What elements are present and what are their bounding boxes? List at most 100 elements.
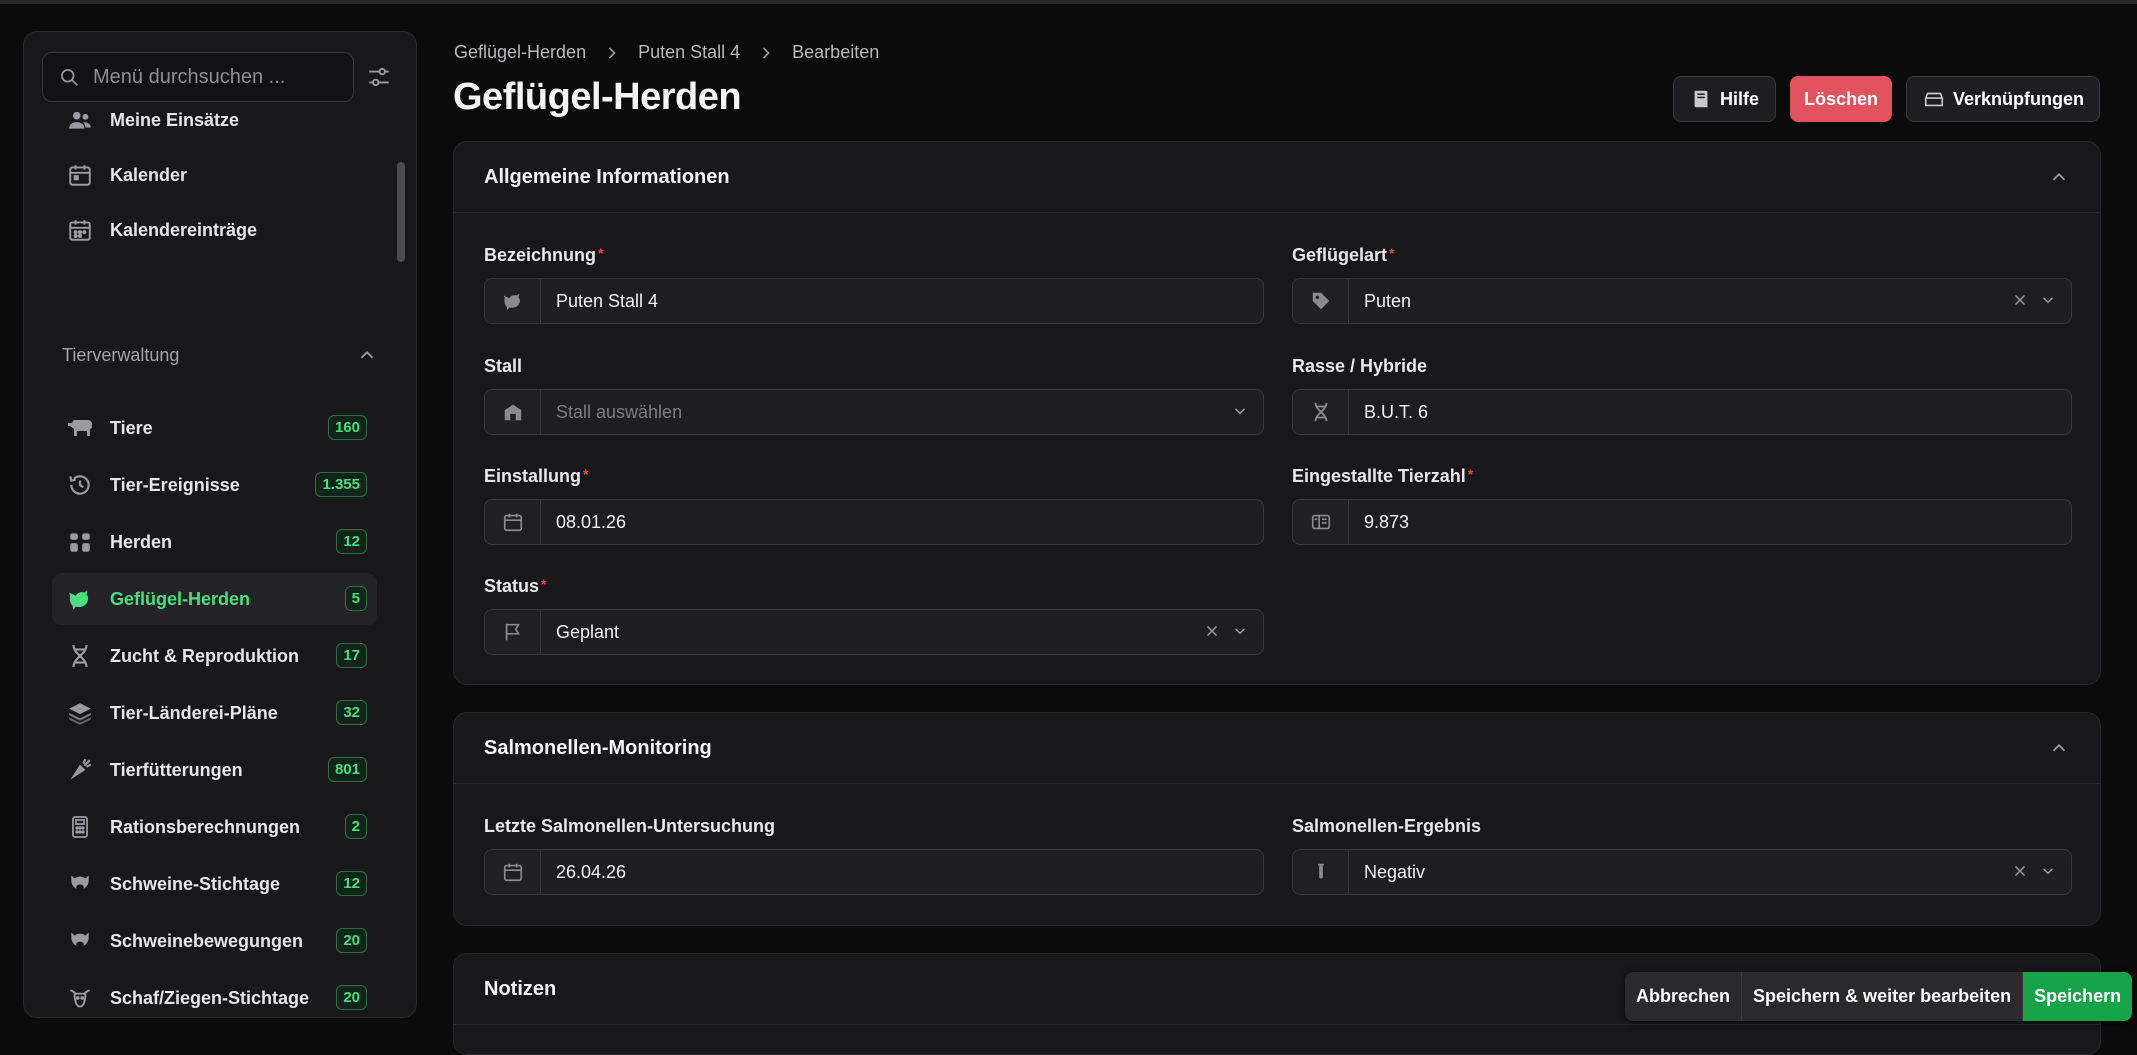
form-actions: Abbrechen Speichern & weiter bearbeiten …	[1625, 972, 2133, 1021]
chevron-down-icon[interactable]	[2039, 291, 2057, 309]
chevron-down-icon[interactable]	[1231, 402, 1249, 420]
sidebar-item-kalendereintraege[interactable]: Kalendereinträge	[52, 204, 377, 256]
salmonella-section: Salmonellen-Monitoring Letzte Salmonelle…	[453, 712, 2101, 926]
breadcrumb: Geflügel-Herden Puten Stall 4 Bearbeiten	[454, 42, 879, 63]
chevron-up-icon[interactable]	[2048, 166, 2070, 188]
sidebar-item-label: Schweinebewegungen	[110, 930, 304, 951]
breadcrumb-link[interactable]: Puten Stall 4	[638, 42, 740, 63]
clear-icon[interactable]	[2011, 291, 2029, 309]
carrot-icon	[66, 756, 94, 784]
calendar-icon	[66, 161, 94, 189]
section-title: Notizen	[484, 978, 557, 1000]
salmonella-date-field[interactable]: 26.04.26	[484, 849, 1264, 895]
sidebar-item-label: Kalendereinträge	[110, 219, 258, 240]
sidebar-item-tiere[interactable]: Tiere 160	[52, 402, 377, 454]
chevron-down-icon[interactable]	[2039, 862, 2057, 880]
clear-icon[interactable]	[1203, 622, 1221, 640]
chevron-up-icon[interactable]	[2048, 737, 2070, 759]
rasse-value: B.U.T. 6	[1364, 401, 1429, 422]
sidebar-item-gefluegel-herden[interactable]: Geflügel-Herden 5	[52, 573, 377, 625]
help-button[interactable]: Hilfe	[1673, 76, 1776, 122]
sliders-icon[interactable]	[366, 64, 392, 90]
sidebar-scrollbar[interactable]	[397, 162, 405, 262]
count-badge: 20	[336, 985, 367, 1010]
tierzahl-label: Eingestallte Tierzahl *	[1292, 466, 1474, 486]
clear-icon[interactable]	[2011, 862, 2029, 880]
sidebar-item-tier-ereignisse[interactable]: Tier-Ereignisse 1.355	[52, 459, 377, 511]
sidebar-item-label: Rationsberechnungen	[110, 816, 301, 837]
sidebar-item-schweinebewegungen[interactable]: Schweinebewegungen 20	[52, 915, 377, 967]
sidebar-item-label: Tier-Ereignisse	[110, 474, 240, 495]
sidebar-item-zucht[interactable]: Zucht & Reproduktion 17	[52, 630, 377, 682]
sidebar-item-label: Schaf/Ziegen-Stichtage	[110, 987, 310, 1008]
help-label: Hilfe	[1720, 88, 1760, 109]
section-title: Salmonellen-Monitoring	[484, 737, 712, 759]
count-badge: 17	[336, 643, 367, 668]
sidebar: Meine Einsätze Kalender Kalendereinträge…	[23, 31, 417, 1018]
sidebar-item-tierfuetterungen[interactable]: Tierfütterungen 801	[52, 744, 377, 796]
count-badge: 12	[336, 871, 367, 896]
sidebar-group-tierverwaltung[interactable]: Tierverwaltung	[62, 338, 382, 372]
delete-label: Löschen	[1803, 88, 1878, 109]
salmonella-result-select[interactable]: Negativ	[1292, 849, 2072, 895]
archive-icon	[1924, 92, 1944, 107]
search-input[interactable]	[91, 64, 335, 90]
chevron-up-icon[interactable]	[356, 344, 378, 366]
sidebar-item-meine-einsaetze[interactable]: Meine Einsätze	[52, 94, 377, 146]
gefluegelart-select[interactable]: Puten	[1292, 278, 2072, 324]
flag-icon	[485, 610, 541, 654]
count-badge: 801	[327, 757, 367, 782]
count-badge: 1.355	[315, 472, 367, 497]
rasse-field[interactable]: B.U.T. 6	[1292, 389, 2072, 435]
history-icon	[66, 471, 94, 499]
calendar-entries-icon	[66, 216, 94, 244]
sidebar-item-label: Tiere	[110, 417, 153, 438]
section-header[interactable]: Allgemeine Informationen	[454, 142, 2100, 213]
count-badge: 12	[336, 529, 367, 554]
sidebar-item-rationsberechnungen[interactable]: Rationsberechnungen 2	[52, 801, 377, 853]
delete-button[interactable]: Löschen	[1790, 76, 1892, 122]
sidebar-item-schweine-stichtage[interactable]: Schweine-Stichtage 12	[52, 858, 377, 910]
sidebar-item-kalender[interactable]: Kalender	[52, 149, 377, 201]
gefluegelart-value: Puten	[1364, 290, 1412, 311]
status-label: Status *	[484, 576, 547, 596]
sidebar-item-herden[interactable]: Herden 12	[52, 516, 377, 568]
sidebar-item-schaf-ziegen-stichtage[interactable]: Schaf/Ziegen-Stichtage 20	[52, 972, 377, 1017]
calculator-icon	[66, 813, 94, 841]
salmonella-result-label: Salmonellen-Ergebnis	[1292, 816, 1482, 836]
pig-icon	[66, 927, 94, 955]
section-title: Allgemeine Informationen	[484, 166, 730, 188]
sidebar-item-label: Meine Einsätze	[110, 109, 240, 130]
sidebar-item-laenderei-plaene[interactable]: Tier-Länderei-Pläne 32	[52, 687, 377, 739]
tierzahl-value: 9.873	[1364, 511, 1410, 532]
links-label: Verknüpfungen	[1953, 88, 2085, 109]
save-continue-button[interactable]: Speichern & weiter bearbeiten	[1742, 972, 2024, 1021]
salmonella-date-value: 26.04.26	[556, 861, 627, 882]
rasse-label: Rasse / Hybride	[1292, 356, 1428, 376]
status-select[interactable]: Geplant	[484, 609, 1264, 655]
bird-icon	[66, 585, 94, 613]
bezeichnung-field[interactable]: Puten Stall 4	[484, 278, 1264, 324]
search-icon	[61, 69, 78, 86]
stall-label: Stall	[484, 356, 523, 376]
einstallung-date-field[interactable]: 08.01.26	[484, 499, 1264, 545]
sidebar-item-label: Tier-Länderei-Pläne	[110, 702, 278, 723]
breadcrumb-link[interactable]: Geflügel-Herden	[454, 42, 586, 63]
salmonella-date-label: Letzte Salmonellen-Untersuchung	[484, 816, 776, 836]
status-value: Geplant	[556, 621, 620, 642]
stall-select[interactable]: Stall auswählen	[484, 389, 1264, 435]
chevron-down-icon[interactable]	[1231, 622, 1249, 640]
sidebar-item-label: Zucht & Reproduktion	[110, 645, 299, 666]
links-button[interactable]: Verknüpfungen	[1906, 76, 2100, 122]
tierzahl-field[interactable]: 9.873	[1292, 499, 2072, 545]
dna-icon	[1293, 390, 1349, 434]
einstallung-label: Einstallung *	[484, 466, 589, 486]
gefluegelart-label: Geflügelart *	[1292, 245, 1395, 265]
cancel-button[interactable]: Abbrechen	[1625, 972, 1743, 1021]
save-button[interactable]: Speichern	[2023, 972, 2133, 1021]
section-header[interactable]: Salmonellen-Monitoring	[454, 713, 2100, 784]
sidebar-group-label: Tierverwaltung	[62, 344, 180, 365]
breadcrumb-current: Bearbeiten	[792, 42, 880, 62]
sidebar-item-label: Kalender	[110, 164, 188, 185]
bird-icon	[485, 279, 541, 323]
